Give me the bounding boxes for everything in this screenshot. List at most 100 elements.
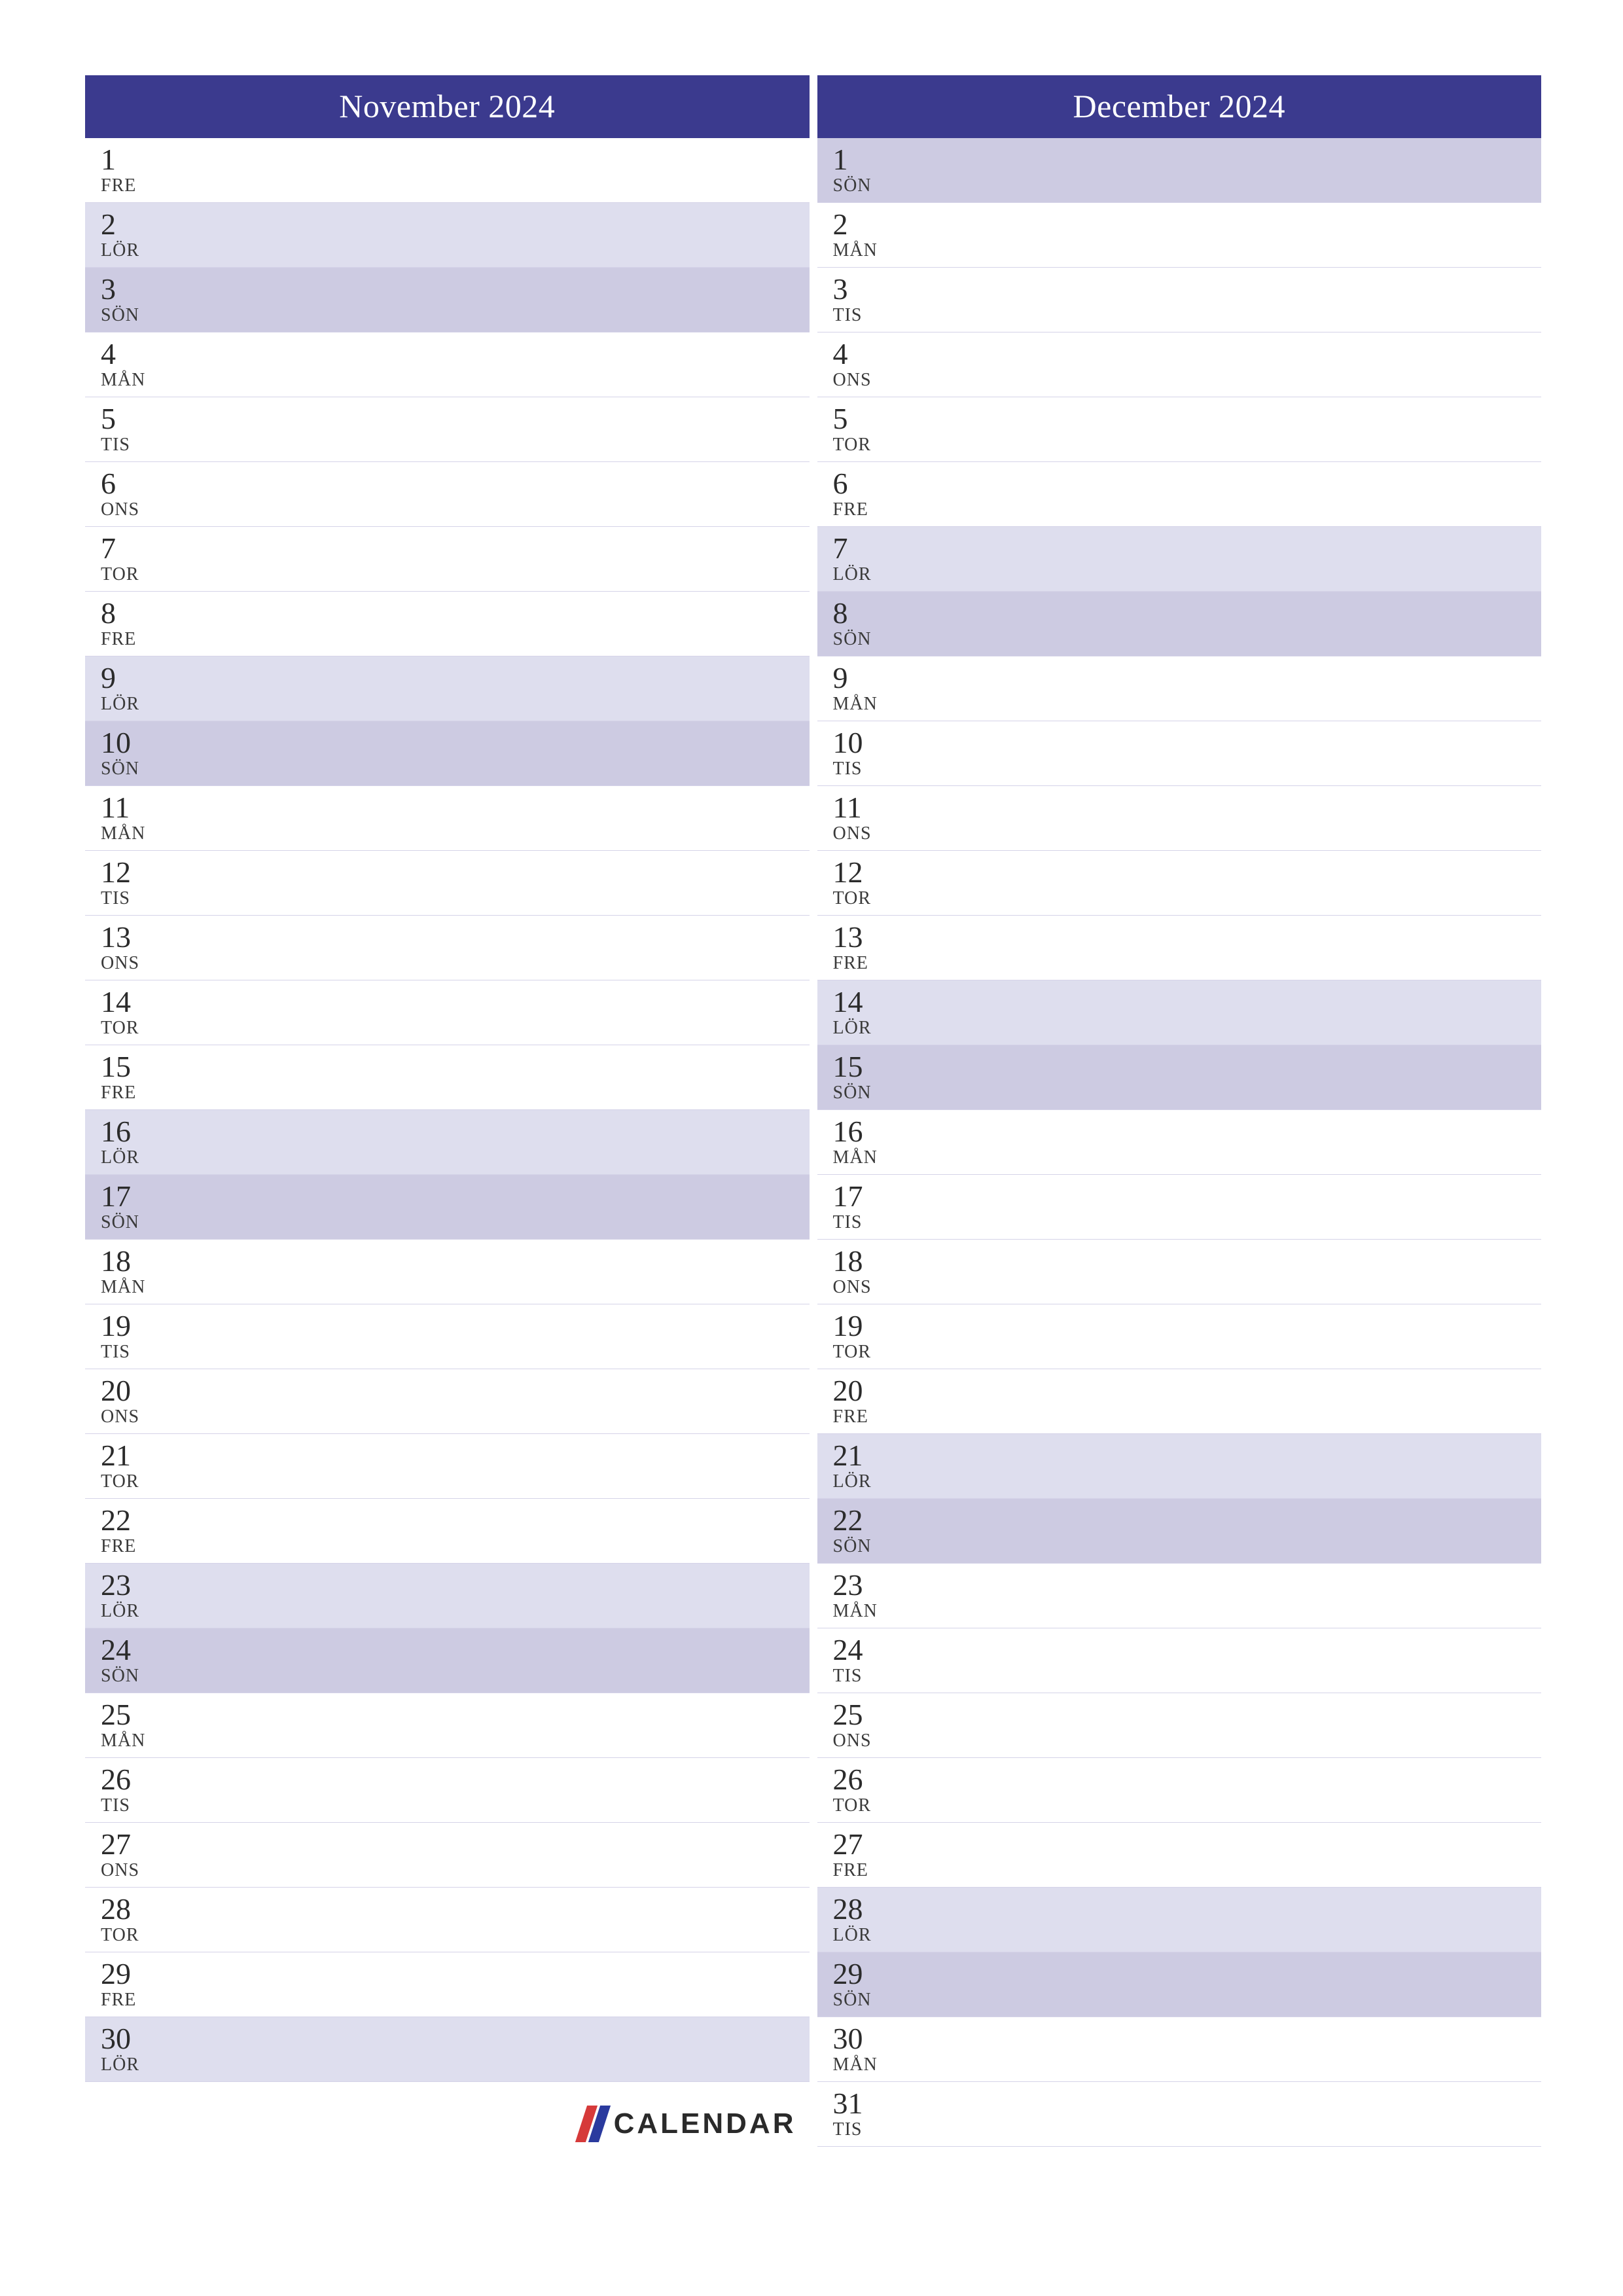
day-number: 13 <box>833 921 1542 954</box>
day-number: 23 <box>101 1569 810 1602</box>
day-abbr: ONS <box>101 1407 810 1427</box>
day-row: 22FRE <box>85 1499 810 1564</box>
month-header: December 2024 <box>817 75 1542 138</box>
day-row: 12TOR <box>817 851 1542 916</box>
day-row: 28TOR <box>85 1888 810 1952</box>
day-abbr: LÖR <box>101 694 810 715</box>
day-number: 3 <box>101 273 810 306</box>
day-row: 10SÖN <box>85 721 810 786</box>
day-abbr: SÖN <box>101 1666 810 1687</box>
day-abbr: FRE <box>101 1990 810 2011</box>
day-abbr: TIS <box>833 759 1542 780</box>
day-abbr: TOR <box>101 1471 810 1492</box>
day-abbr: LÖR <box>833 564 1542 585</box>
day-row: 24SÖN <box>85 1628 810 1693</box>
day-abbr: MÅN <box>101 1731 810 1751</box>
day-row: 3TIS <box>817 268 1542 332</box>
day-row: 17SÖN <box>85 1175 810 1240</box>
day-number: 26 <box>101 1763 810 1797</box>
day-abbr: FRE <box>833 499 1542 520</box>
day-number: 8 <box>101 597 810 630</box>
day-abbr: TIS <box>101 1795 810 1816</box>
day-abbr: ONS <box>833 1277 1542 1298</box>
day-number: 17 <box>833 1180 1542 1213</box>
day-row: 5TOR <box>817 397 1542 462</box>
day-row: 5TIS <box>85 397 810 462</box>
day-abbr: ONS <box>833 823 1542 844</box>
day-abbr: ONS <box>101 1860 810 1881</box>
day-abbr: LÖR <box>833 1018 1542 1039</box>
day-abbr: MÅN <box>101 1277 810 1298</box>
day-abbr: SÖN <box>833 1536 1542 1557</box>
day-number: 15 <box>833 1050 1542 1084</box>
day-abbr: MÅN <box>833 1147 1542 1168</box>
day-row: 28LÖR <box>817 1888 1542 1952</box>
day-number: 7 <box>101 532 810 565</box>
day-number: 22 <box>833 1504 1542 1537</box>
day-abbr: SÖN <box>101 305 810 326</box>
day-row: 13ONS <box>85 916 810 980</box>
day-number: 3 <box>833 273 1542 306</box>
day-abbr: SÖN <box>833 175 1542 196</box>
day-abbr: TOR <box>833 435 1542 456</box>
day-row: 23MÅN <box>817 1564 1542 1628</box>
day-abbr: SÖN <box>101 759 810 780</box>
day-abbr: ONS <box>833 1731 1542 1751</box>
day-row: 14TOR <box>85 980 810 1045</box>
day-abbr: SÖN <box>101 1212 810 1233</box>
day-row: 19TOR <box>817 1304 1542 1369</box>
day-number: 19 <box>833 1310 1542 1343</box>
day-abbr: LÖR <box>101 1147 810 1168</box>
day-row: 14LÖR <box>817 980 1542 1045</box>
day-number: 24 <box>101 1634 810 1667</box>
day-number: 7 <box>833 532 1542 565</box>
day-row: 6ONS <box>85 462 810 527</box>
day-row: 8SÖN <box>817 592 1542 656</box>
day-abbr: MÅN <box>101 823 810 844</box>
day-number: 6 <box>101 467 810 501</box>
day-abbr: FRE <box>101 1083 810 1103</box>
day-abbr: LÖR <box>833 1925 1542 1946</box>
day-number: 30 <box>833 2022 1542 2056</box>
day-number: 6 <box>833 467 1542 501</box>
day-abbr: LÖR <box>101 1601 810 1622</box>
day-number: 18 <box>101 1245 810 1278</box>
day-abbr: TOR <box>101 1018 810 1039</box>
day-row: 12TIS <box>85 851 810 916</box>
day-abbr: LÖR <box>101 240 810 261</box>
day-row: 31TIS <box>817 2082 1542 2147</box>
day-row: 19TIS <box>85 1304 810 1369</box>
day-abbr: TOR <box>833 1342 1542 1363</box>
day-abbr: TIS <box>101 435 810 456</box>
day-row: 3SÖN <box>85 268 810 332</box>
day-row: 29SÖN <box>817 1952 1542 2017</box>
day-row: 13FRE <box>817 916 1542 980</box>
day-row: 20FRE <box>817 1369 1542 1434</box>
day-row: 10TIS <box>817 721 1542 786</box>
day-number: 13 <box>101 921 810 954</box>
day-row: 18ONS <box>817 1240 1542 1304</box>
day-number: 28 <box>833 1893 1542 1926</box>
day-number: 11 <box>833 791 1542 825</box>
day-number: 17 <box>101 1180 810 1213</box>
day-abbr: MÅN <box>833 2054 1542 2075</box>
day-row: 24TIS <box>817 1628 1542 1693</box>
day-abbr: LÖR <box>101 2054 810 2075</box>
day-row: 4MÅN <box>85 332 810 397</box>
seven-logo-icon <box>575 2106 611 2142</box>
day-abbr: TOR <box>101 564 810 585</box>
day-row: 1SÖN <box>817 138 1542 203</box>
day-abbr: FRE <box>101 629 810 650</box>
day-number: 12 <box>101 856 810 889</box>
day-number: 25 <box>833 1698 1542 1732</box>
day-number: 29 <box>833 1958 1542 1991</box>
day-abbr: MÅN <box>833 694 1542 715</box>
day-row: 23LÖR <box>85 1564 810 1628</box>
day-number: 2 <box>833 208 1542 242</box>
day-abbr: TIS <box>833 1212 1542 1233</box>
day-abbr: MÅN <box>833 240 1542 261</box>
day-number: 10 <box>101 726 810 760</box>
day-number: 1 <box>101 143 810 177</box>
day-row: 8FRE <box>85 592 810 656</box>
day-row: 17TIS <box>817 1175 1542 1240</box>
